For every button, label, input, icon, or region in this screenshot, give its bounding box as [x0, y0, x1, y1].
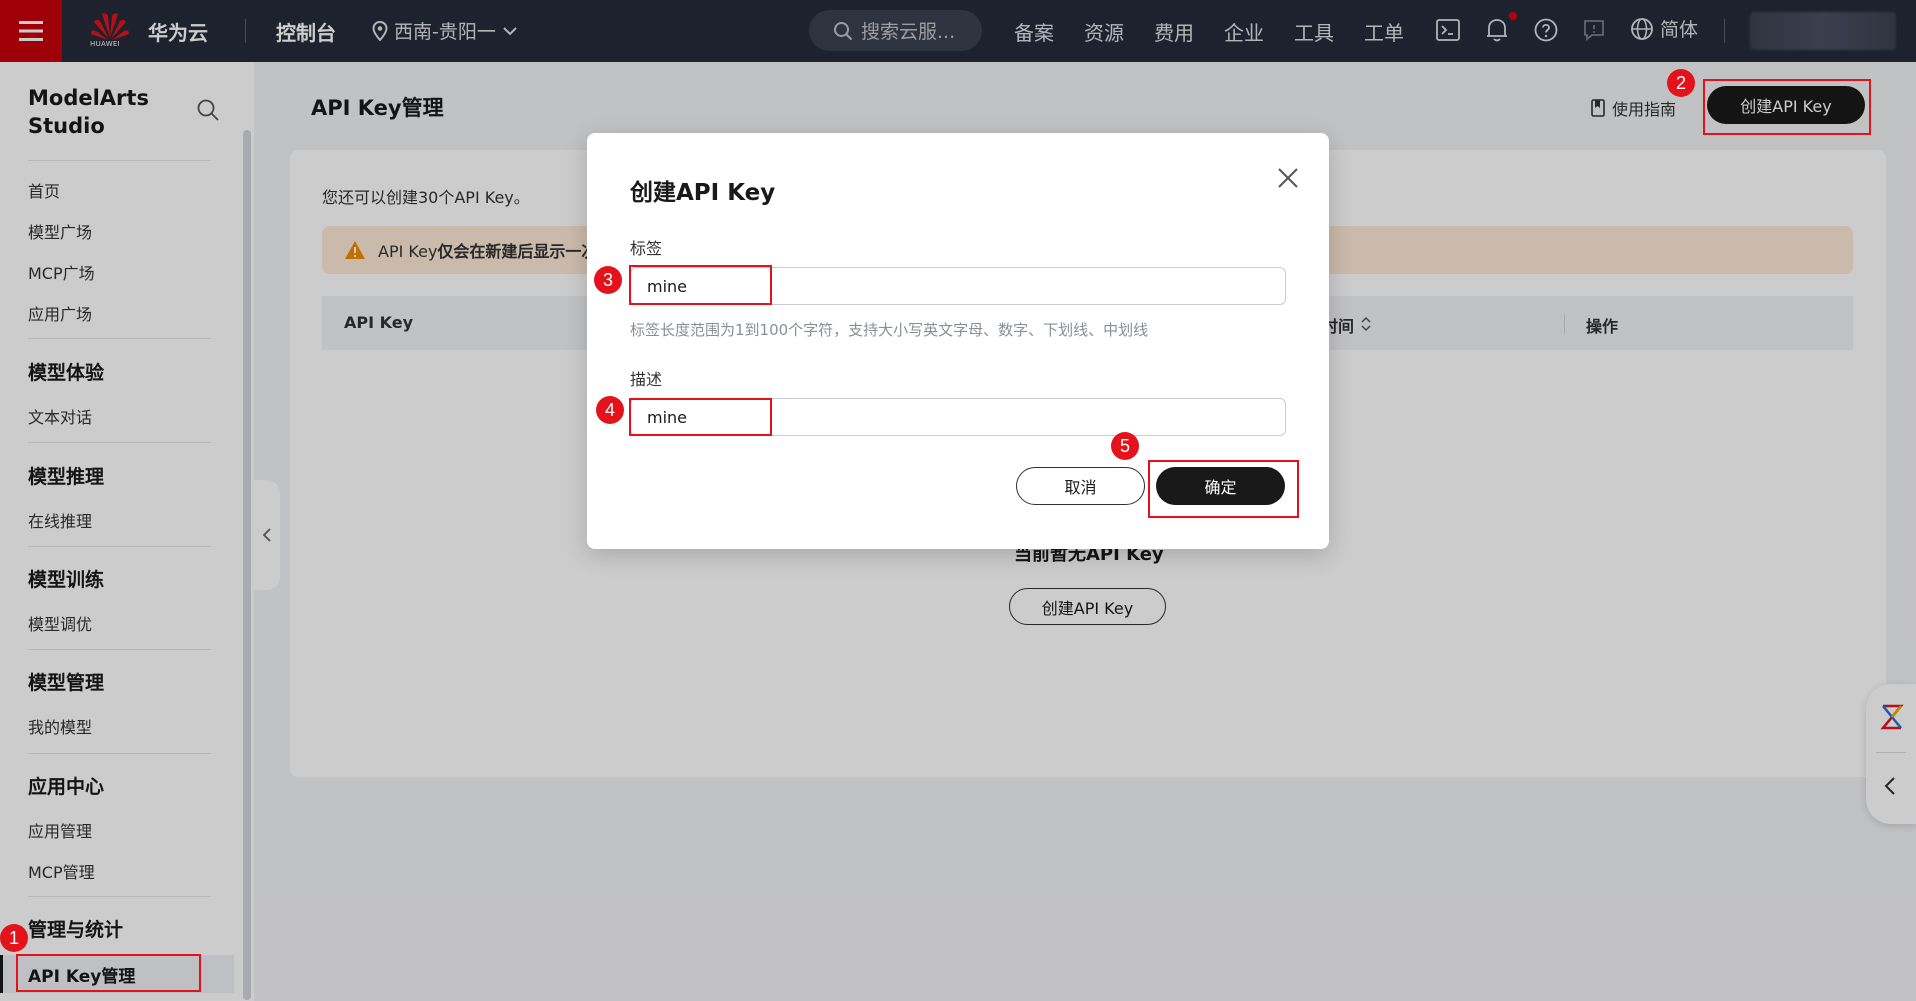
step-badge-5: 5	[1111, 432, 1139, 460]
close-icon	[1278, 168, 1298, 188]
tag-help-text: 标签长度范围为1到100个字符，支持大小写英文字母、数字、下划线、中划线	[630, 321, 1149, 339]
highlight-box-4	[629, 398, 772, 436]
cancel-button[interactable]: 取消	[1016, 467, 1145, 505]
step-badge-2: 2	[1667, 69, 1695, 97]
highlight-box-3	[629, 265, 772, 305]
highlight-box-2	[1703, 79, 1871, 135]
step-badge-1: 1	[0, 924, 28, 952]
tag-label: 标签	[630, 239, 663, 258]
step-badge-4: 4	[596, 396, 624, 424]
close-button[interactable]	[1273, 163, 1303, 193]
dialog-title: 创建API Key	[630, 180, 776, 206]
highlight-box-5	[1148, 460, 1299, 518]
step-badge-3: 3	[594, 266, 622, 294]
description-label: 描述	[630, 370, 663, 389]
highlight-box-1	[16, 954, 201, 992]
